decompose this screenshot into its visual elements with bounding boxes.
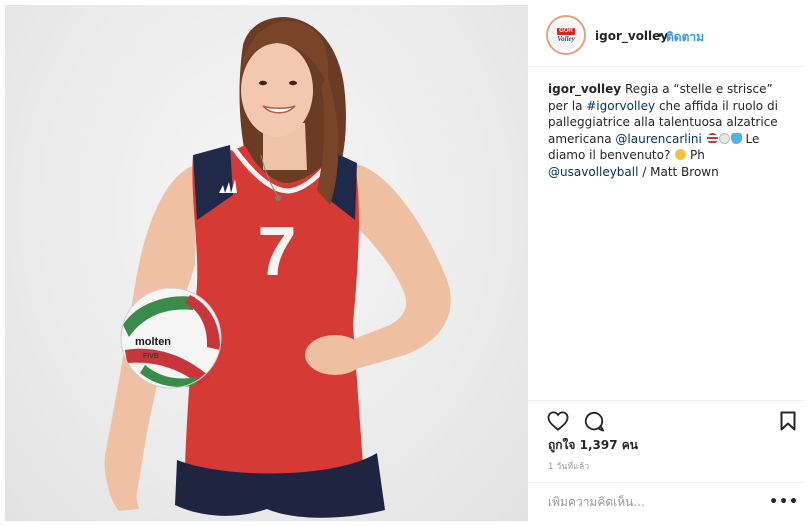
bookmark-icon[interactable]: [776, 409, 800, 433]
post-photo[interactable]: 7 molten FIVB: [5, 5, 528, 521]
ball-model: FIVB: [143, 353, 159, 360]
heart-eyes-emoji-icon: [675, 149, 687, 160]
avatar-badge: GOR: [557, 27, 575, 35]
hashtag-link[interactable]: #igorvolley: [586, 99, 655, 113]
us-flag-emoji-icon: [706, 132, 718, 144]
post-side-panel: GOR Volley igor_volley • ติดตาม igor_vol…: [528, 5, 805, 521]
comment-input[interactable]: [548, 495, 758, 509]
caption-username[interactable]: igor_volley: [548, 82, 621, 96]
volleyball-emoji-icon: [718, 132, 730, 144]
igor-volley-logo: GOR Volley: [551, 20, 581, 50]
more-options-icon[interactable]: •••: [769, 494, 799, 510]
comment-bar: •••: [528, 482, 805, 521]
like-count[interactable]: ถูกใจ 1,397 คน: [548, 436, 638, 455]
caption-text-5: / Matt Brown: [638, 164, 719, 179]
caption-text-4: Ph: [686, 148, 705, 162]
mention-link-laurencarlini[interactable]: @laurencarlini: [615, 132, 701, 146]
post-header: GOR Volley igor_volley • ติดตาม: [528, 5, 805, 67]
instagram-post: 7 molten FIVB GOR Volley igor_volley • ต…: [0, 0, 810, 526]
post-caption: igor_volley Regia a “stelle e strisce” p…: [548, 81, 793, 180]
mention-link-usavolleyball[interactable]: @usavolleyball: [548, 165, 638, 179]
blue-heart-emoji-icon: [730, 132, 742, 144]
volleyball-player-illustration: 7 molten FIVB: [104, 17, 451, 518]
ball-brand: molten: [135, 336, 171, 348]
avatar-word: Volley: [557, 34, 575, 43]
post-timestamp[interactable]: 1 วันที่แล้ว: [548, 459, 589, 473]
jersey-number: 7: [258, 212, 297, 290]
avatar[interactable]: GOR Volley: [546, 15, 586, 55]
heart-icon[interactable]: [546, 409, 570, 433]
comment-icon[interactable]: [582, 409, 606, 433]
header-separator: •: [656, 29, 664, 43]
follow-button[interactable]: ติดตาม: [666, 28, 704, 47]
post-actions: [528, 400, 805, 433]
